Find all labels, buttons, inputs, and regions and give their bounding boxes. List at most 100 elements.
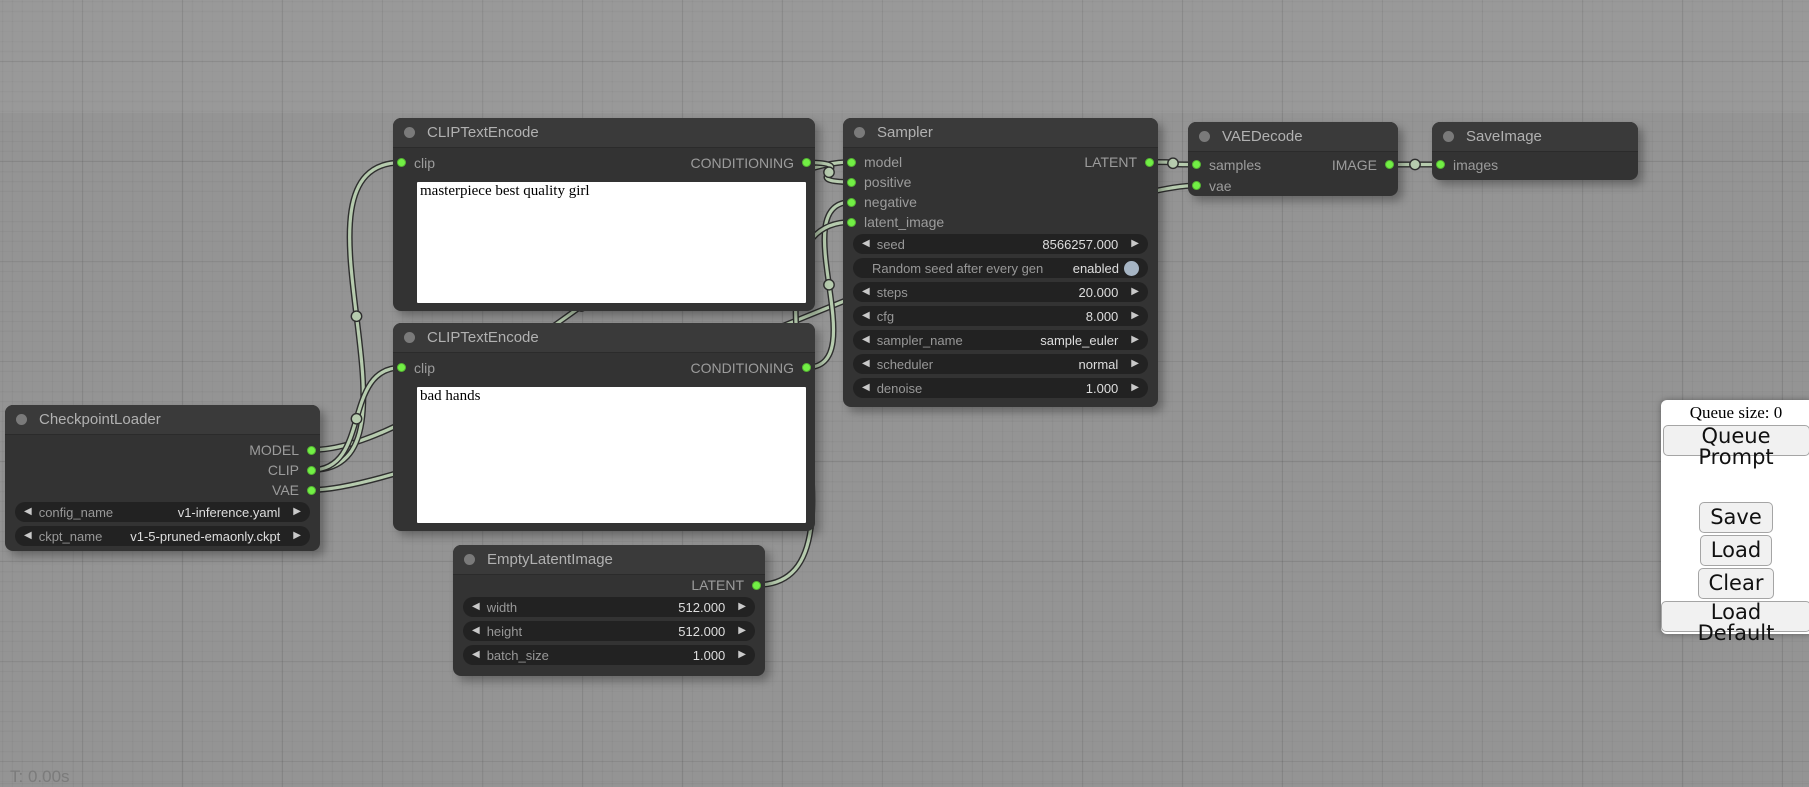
collapse-dot-icon[interactable] (854, 127, 865, 138)
collapse-dot-icon[interactable] (1443, 131, 1454, 142)
widget-right-arrow-icon[interactable]: ▶ (293, 531, 301, 541)
node-title-bar[interactable]: CheckpointLoader (5, 405, 320, 435)
widget-left-arrow-icon[interactable]: ◀ (472, 602, 480, 612)
vae-input-dot[interactable] (1192, 181, 1201, 190)
collapse-dot-icon[interactable] (16, 414, 27, 425)
widget-left-arrow-icon[interactable]: ◀ (862, 359, 870, 369)
widget-batch_size[interactable]: ◀batch_size1.000▶ (463, 645, 755, 665)
LATENT-output-dot[interactable] (1145, 158, 1154, 167)
LATENT-output-slot[interactable]: LATENT (1084, 154, 1154, 170)
node-title-bar[interactable]: Sampler (843, 118, 1158, 148)
prompt-textarea[interactable] (417, 387, 806, 523)
widget-right-arrow-icon[interactable]: ▶ (293, 507, 301, 517)
CONDITIONING-output-slot[interactable]: CONDITIONING (691, 360, 811, 376)
node-saveimage[interactable]: SaveImage images (1432, 122, 1638, 180)
IMAGE-output-dot[interactable] (1385, 160, 1394, 169)
LATENT-output-slot[interactable]: LATENT (691, 577, 761, 593)
load-button[interactable]: Load (1700, 535, 1772, 566)
node-title-bar[interactable]: CLIPTextEncode (393, 118, 815, 148)
node-cliptextencode[interactable]: CLIPTextEncode clip CONDITIONING (393, 118, 815, 311)
widget-left-arrow-icon[interactable]: ◀ (862, 311, 870, 321)
CONDITIONING-output-slot[interactable]: CONDITIONING (691, 155, 811, 171)
negative-input-slot[interactable]: negative (847, 194, 917, 210)
clip-input-slot[interactable]: clip (397, 155, 435, 171)
clear-button[interactable]: Clear (1698, 568, 1775, 599)
widget-right-arrow-icon[interactable]: ▶ (1131, 311, 1139, 321)
collapse-dot-icon[interactable] (404, 332, 415, 343)
collapse-dot-icon[interactable] (404, 127, 415, 138)
load-default-button[interactable]: Load Default (1661, 601, 1809, 632)
widget-denoise[interactable]: ◀denoise1.000▶ (853, 378, 1148, 398)
collapse-dot-icon[interactable] (1199, 131, 1210, 142)
widget-right-arrow-icon[interactable]: ▶ (738, 626, 746, 636)
VAE-output-slot[interactable]: VAE (272, 482, 316, 498)
widget-random-seed-after-every-gen[interactable]: Random seed after every genenabled (853, 258, 1148, 278)
widget-height[interactable]: ◀height512.000▶ (463, 621, 755, 641)
clip-input-slot[interactable]: clip (397, 360, 435, 376)
MODEL-output-slot[interactable]: MODEL (249, 442, 316, 458)
model-input-slot[interactable]: model (847, 154, 902, 170)
MODEL-output-dot[interactable] (307, 446, 316, 455)
node-title-bar[interactable]: EmptyLatentImage (453, 545, 765, 575)
queue-prompt-button[interactable]: Queue Prompt (1663, 425, 1809, 456)
widget-config_name[interactable]: ◀config_namev1-inference.yaml▶ (15, 502, 310, 522)
widget-width[interactable]: ◀width512.000▶ (463, 597, 755, 617)
node-title-bar[interactable]: VAEDecode (1188, 122, 1398, 152)
IMAGE-output-slot[interactable]: IMAGE (1332, 157, 1394, 173)
widget-scheduler[interactable]: ◀schedulernormal▶ (853, 354, 1148, 374)
widget-left-arrow-icon[interactable]: ◀ (472, 650, 480, 660)
widget-right-arrow-icon[interactable]: ▶ (1131, 239, 1139, 249)
node-emptylatentimage[interactable]: EmptyLatentImage LATENT ◀width512.000▶ ◀hei… (453, 545, 765, 676)
widget-right-arrow-icon[interactable]: ▶ (738, 650, 746, 660)
vae-input-slot[interactable]: vae (1192, 178, 1232, 194)
node-checkpointloader[interactable]: CheckpointLoader MODEL CLIP VAE ◀config_name… (5, 405, 320, 551)
widget-right-arrow-icon[interactable]: ▶ (738, 602, 746, 612)
CONDITIONING-output-dot[interactable] (802, 158, 811, 167)
CLIP-output-slot[interactable]: CLIP (268, 462, 316, 478)
widget-right-arrow-icon[interactable]: ▶ (1131, 359, 1139, 369)
widget-left-arrow-icon[interactable]: ◀ (862, 383, 870, 393)
node-title-bar[interactable]: SaveImage (1432, 122, 1638, 152)
model-input-dot[interactable] (847, 158, 856, 167)
node-title: CheckpointLoader (39, 411, 161, 428)
node-title-bar[interactable]: CLIPTextEncode (393, 323, 815, 353)
LATENT-output-dot[interactable] (752, 581, 761, 590)
CONDITIONING-output-dot[interactable] (802, 363, 811, 372)
node-cliptextencode[interactable]: CLIPTextEncode clip CONDITIONING (393, 323, 815, 531)
images-input-slot[interactable]: images (1436, 157, 1498, 173)
samples-input-dot[interactable] (1192, 160, 1201, 169)
save-button[interactable]: Save (1699, 502, 1773, 533)
clip-input-dot[interactable] (397, 363, 406, 372)
collapse-dot-icon[interactable] (464, 554, 475, 565)
widget-right-arrow-icon[interactable]: ▶ (1131, 383, 1139, 393)
widget-steps[interactable]: ◀steps20.000▶ (853, 282, 1148, 302)
widget-right-arrow-icon[interactable]: ▶ (1131, 287, 1139, 297)
samples-input-slot[interactable]: samples (1192, 157, 1261, 173)
node-vaedecode[interactable]: VAEDecode samples IMAGE vae (1188, 122, 1398, 196)
positive-input-dot[interactable] (847, 178, 856, 187)
latent_image-input-slot[interactable]: latent_image (847, 214, 944, 230)
VAE-output-dot[interactable] (307, 486, 316, 495)
widget-seed[interactable]: ◀seed8566257.000▶ (853, 234, 1148, 254)
toggle-enabled-icon[interactable] (1124, 261, 1139, 276)
widget-left-arrow-icon[interactable]: ◀ (24, 531, 32, 541)
widget-left-arrow-icon[interactable]: ◀ (472, 626, 480, 636)
node-sampler[interactable]: Sampler model LATENT positive negative latent… (843, 118, 1158, 407)
CLIP-output-dot[interactable] (307, 466, 316, 475)
widget-left-arrow-icon[interactable]: ◀ (862, 287, 870, 297)
widget-ckpt_name[interactable]: ◀ckpt_namev1-5-pruned-emaonly.ckpt▶ (15, 526, 310, 546)
latent_image-input-dot[interactable] (847, 218, 856, 227)
widget-cfg[interactable]: ◀cfg8.000▶ (853, 306, 1148, 326)
images-input-dot[interactable] (1436, 160, 1445, 169)
widget-left-arrow-icon[interactable]: ◀ (24, 507, 32, 517)
prompt-textarea[interactable] (417, 182, 806, 303)
node-graph[interactable]: CheckpointLoader MODEL CLIP VAE ◀config_name… (0, 0, 1809, 782)
negative-input-dot[interactable] (847, 198, 856, 207)
positive-input-slot[interactable]: positive (847, 174, 911, 190)
clip-input-dot[interactable] (397, 158, 406, 167)
widget-left-arrow-icon[interactable]: ◀ (862, 239, 870, 249)
widget-left-arrow-icon[interactable]: ◀ (862, 335, 870, 345)
widget-sampler_name[interactable]: ◀sampler_namesample_euler▶ (853, 330, 1148, 350)
widget-label: cfg (877, 309, 894, 324)
widget-right-arrow-icon[interactable]: ▶ (1131, 335, 1139, 345)
